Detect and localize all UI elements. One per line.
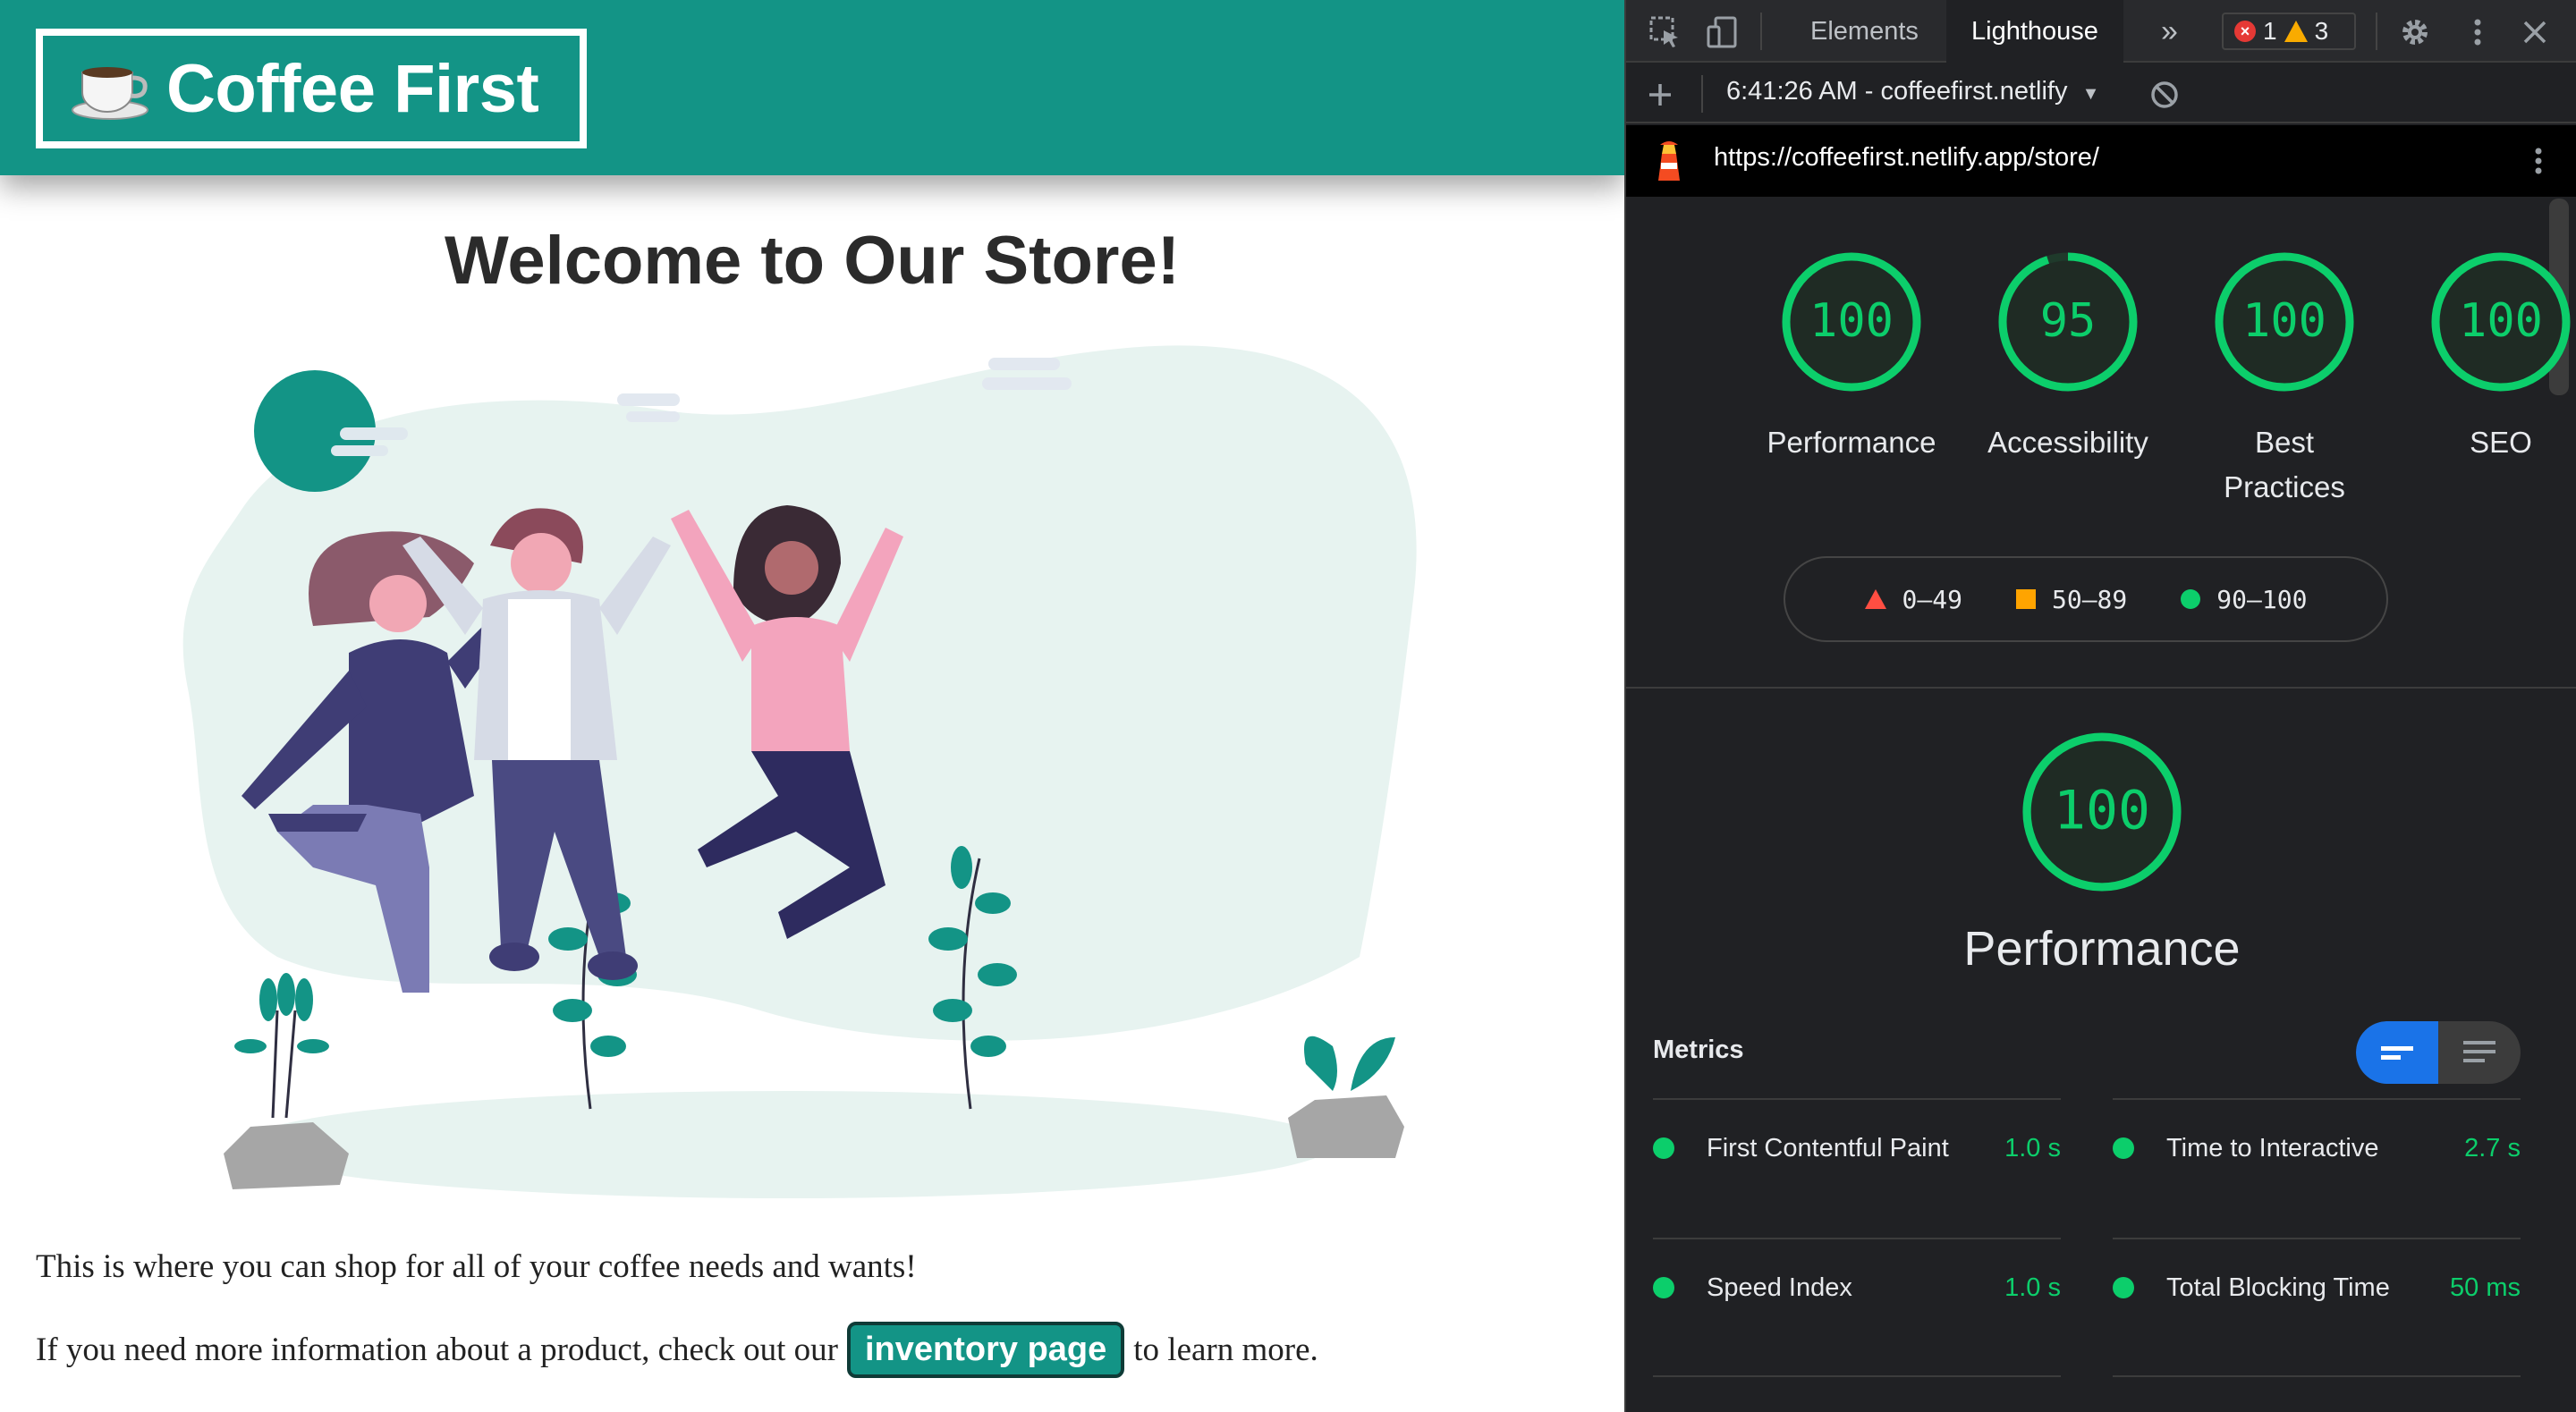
inventory-page-link[interactable]: inventory page xyxy=(846,1322,1125,1378)
legend-average-label: 50–89 xyxy=(2051,584,2128,614)
score-legend: 0–49 50–89 90–100 xyxy=(1784,556,2388,642)
seo-label: SEO xyxy=(2470,426,2532,459)
metric-name: Time to Interactive xyxy=(2166,1133,2379,1163)
logo-text: Coffee First xyxy=(166,50,539,127)
store-page: Coffee First Welcome to Our Store! This … xyxy=(0,0,1624,1412)
performance-big-score-ring: 100 xyxy=(2022,732,2182,892)
inspect-element-icon[interactable] xyxy=(1648,14,1683,50)
pass-circle-icon xyxy=(1653,1277,1674,1298)
compact-lines-icon xyxy=(2381,1046,2413,1060)
plus-icon[interactable] xyxy=(1642,77,1678,113)
performance-score-ring: 100 xyxy=(1782,252,1921,392)
audited-url-bar: https://coffeefirst.netlify.app/store/ xyxy=(1626,125,2576,197)
expanded-lines-icon[interactable] xyxy=(2438,1021,2521,1084)
metric-name: First Contentful Paint xyxy=(1707,1133,1949,1163)
warning-icon xyxy=(2284,21,2308,42)
more-tabs-chevron-icon[interactable]: » xyxy=(2136,0,2203,63)
legend-fail-label: 0–49 xyxy=(1902,584,1962,614)
audited-url: https://coffeefirst.netlify.app/store/ xyxy=(1714,143,2099,172)
performance-section-header: 100 Performance xyxy=(1626,730,2576,977)
metric-value: 1.0 s xyxy=(2004,1272,2061,1302)
devtools-panel: Elements Lighthouse » × 1 3 6:41:26 AM -… xyxy=(1624,0,2576,1412)
pass-circle-icon xyxy=(2181,589,2201,609)
gauge-seo[interactable]: 100 SEO xyxy=(2402,250,2576,465)
site-logo[interactable]: Coffee First xyxy=(36,29,587,148)
tab-separator xyxy=(2376,13,2377,50)
device-toolbar-icon[interactable] xyxy=(1705,14,1741,50)
metric-value: 2.7 s xyxy=(2464,1133,2521,1163)
legend-fail: 0–49 xyxy=(1864,584,1962,614)
metric-first-contentful-paint: First Contentful Paint 1.0 s xyxy=(1653,1121,2061,1175)
performance-big-score-value: 100 xyxy=(2054,779,2150,841)
error-icon: × xyxy=(2234,21,2256,42)
accessibility-label: Accessibility xyxy=(1987,426,2148,459)
info-text-after: to learn more. xyxy=(1133,1332,1318,1368)
metric-name: Total Blocking Time xyxy=(2166,1272,2390,1302)
clear-block-icon[interactable] xyxy=(2147,77,2182,113)
best-practices-score-ring: 100 xyxy=(2215,252,2354,392)
metrics-view-toggle[interactable] xyxy=(2356,1021,2521,1084)
metric-value: 50 ms xyxy=(2450,1272,2521,1302)
more-options-icon[interactable] xyxy=(2460,14,2496,50)
info-paragraph: If you need more information about a pro… xyxy=(36,1322,1318,1378)
performance-score-value: 100 xyxy=(1809,294,1894,348)
best-practices-score-value: 100 xyxy=(2242,294,2326,348)
gauge-performance[interactable]: 100 Performance xyxy=(1753,250,1950,465)
close-icon[interactable] xyxy=(2517,14,2553,50)
metric-speed-index: Speed Index 1.0 s xyxy=(1653,1261,2061,1315)
compact-view-button[interactable] xyxy=(2356,1021,2438,1084)
metric-divider xyxy=(2113,1238,2521,1239)
issues-badge[interactable]: × 1 3 xyxy=(2222,13,2356,50)
seo-score-ring: 100 xyxy=(2431,252,2571,392)
fail-triangle-icon xyxy=(1864,589,1886,609)
pass-circle-icon xyxy=(1653,1137,1674,1159)
page-title: Welcome to Our Store! xyxy=(444,223,1181,299)
tab-elements[interactable]: Elements xyxy=(1785,0,1944,63)
legend-pass: 90–100 xyxy=(2181,585,2307,614)
lighthouse-toolbar: 6:41:26 AM - coffeefirst.netlify ▼ xyxy=(1626,64,2576,123)
warning-count: 3 xyxy=(2314,17,2329,45)
metric-divider xyxy=(2113,1375,2521,1377)
lighthouse-logo-icon xyxy=(1658,141,1680,181)
coffee-cup-icon xyxy=(72,67,148,120)
settings-gear-icon[interactable] xyxy=(2397,14,2433,50)
score-gauges: 100 Performance 95 Accessibility 100 Bes… xyxy=(1626,250,2576,519)
toolbar-separator xyxy=(1701,75,1703,113)
metric-divider xyxy=(2113,1098,2521,1100)
metric-divider xyxy=(1653,1098,2061,1100)
metric-value: 1.0 s xyxy=(2004,1133,2061,1163)
tab-lighthouse[interactable]: Lighthouse xyxy=(1946,0,2123,63)
error-count: 1 xyxy=(2263,17,2277,45)
seo-score-value: 100 xyxy=(2459,294,2543,348)
legend-average: 50–89 xyxy=(2015,584,2128,614)
report-selector-label: 6:41:26 AM - coffeefirst.netlify xyxy=(1726,77,2068,106)
chevron-down-icon: ▼ xyxy=(2081,84,2100,104)
intro-paragraph: This is where you can shop for all of yo… xyxy=(36,1248,917,1285)
legend-pass-label: 90–100 xyxy=(2216,584,2308,614)
accessibility-score-value: 95 xyxy=(2040,294,2097,348)
gauge-best-practices[interactable]: 100 Best Practices xyxy=(2186,250,2383,510)
pass-circle-icon xyxy=(2113,1137,2134,1159)
metric-time-to-interactive: Time to Interactive 2.7 s xyxy=(2113,1121,2521,1175)
tab-separator xyxy=(1760,13,1762,50)
site-header: Coffee First xyxy=(0,0,1624,175)
performance-section-title: Performance xyxy=(1963,922,2241,976)
average-square-icon xyxy=(2015,589,2036,609)
url-more-options-icon[interactable] xyxy=(2521,143,2556,179)
metrics-heading: Metrics xyxy=(1653,1036,1744,1064)
metric-divider xyxy=(1653,1375,2061,1377)
accessibility-score-ring: 95 xyxy=(1998,252,2138,392)
info-text-before: If you need more information about a pro… xyxy=(36,1332,838,1368)
section-divider xyxy=(1626,687,2576,689)
performance-label: Performance xyxy=(1767,426,1936,459)
metric-total-blocking-time: Total Blocking Time 50 ms xyxy=(2113,1261,2521,1315)
gauge-accessibility[interactable]: 95 Accessibility xyxy=(1970,250,2166,465)
metric-name: Speed Index xyxy=(1707,1272,1852,1302)
hero-illustration xyxy=(182,345,1417,1198)
best-practices-label: Best Practices xyxy=(2224,426,2345,503)
metric-divider xyxy=(1653,1238,2061,1239)
devtools-tab-bar: Elements Lighthouse » × 1 3 xyxy=(1626,0,2576,63)
report-selector[interactable]: 6:41:26 AM - coffeefirst.netlify ▼ xyxy=(1726,77,2099,106)
pass-circle-icon xyxy=(2113,1277,2134,1298)
